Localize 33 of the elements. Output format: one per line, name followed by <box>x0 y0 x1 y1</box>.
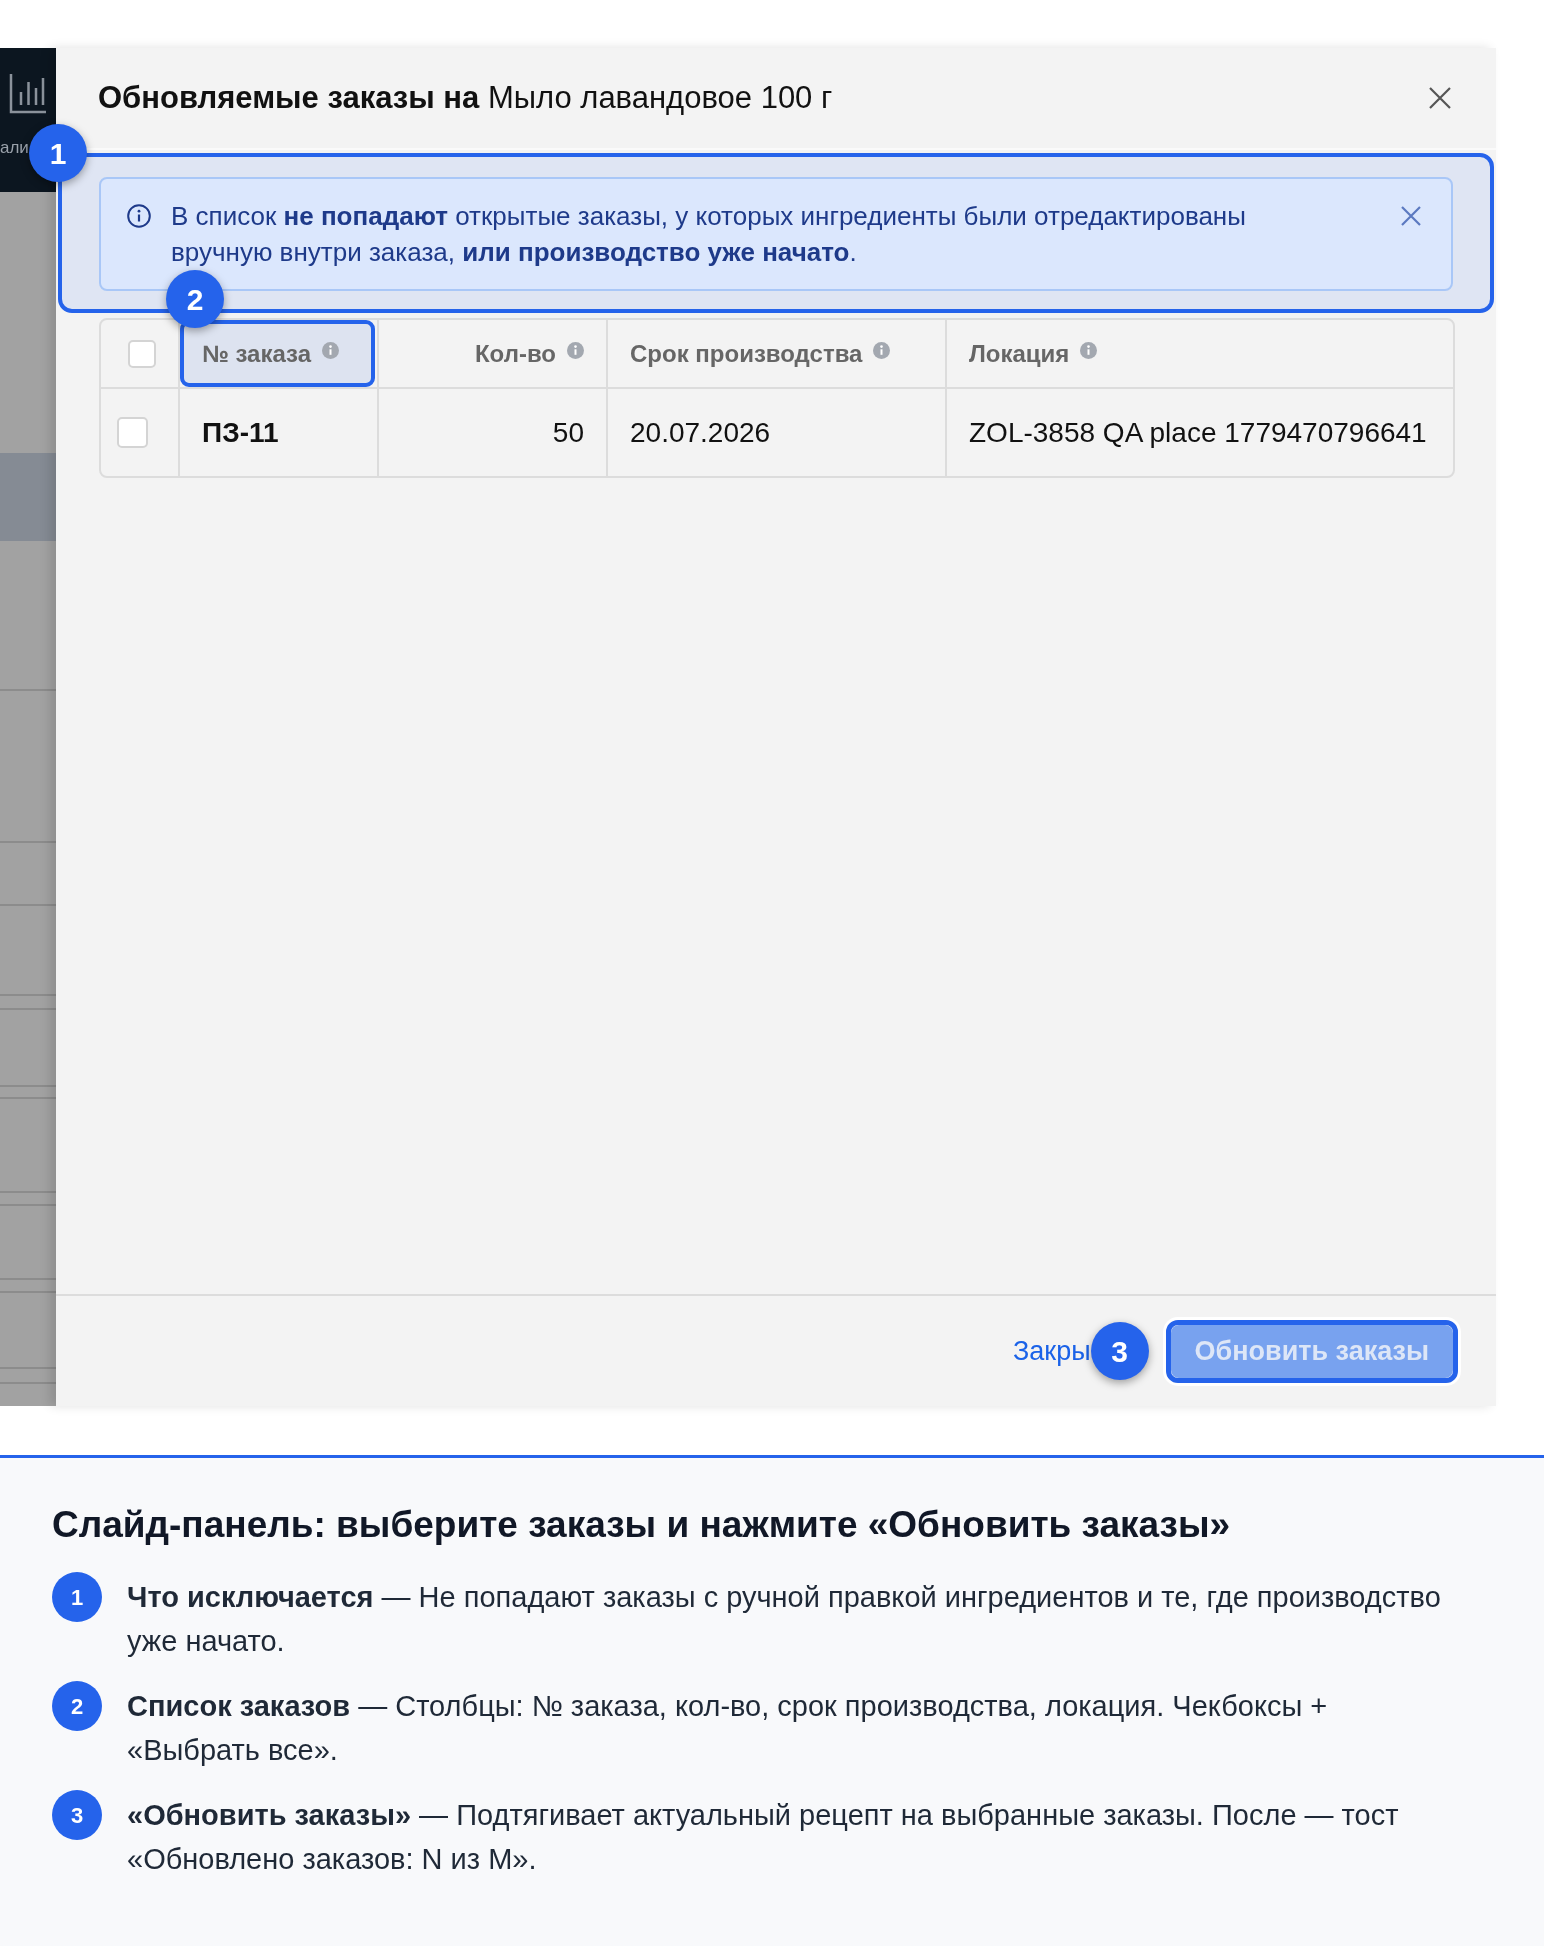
info-icon <box>873 341 891 359</box>
close-icon <box>1401 206 1421 226</box>
number-badge: 1 <box>52 1572 102 1622</box>
legend-text: «Обновить заказы» — Подтягивает актуальный рецепт на выбранные заказы. После — тост «Обновлено заказов: N из M». <box>127 1798 1400 1877</box>
info-icon <box>567 341 584 359</box>
close-button[interactable] <box>1429 87 1451 109</box>
column-header[interactable]: Срок производства <box>630 335 863 372</box>
table-cell-text: 50 <box>552 415 584 450</box>
legend-title: Слайд-панель: выберите заказы и нажмите «Обновить заказы» <box>52 1504 1232 1546</box>
column-header[interactable]: № заказа <box>202 335 311 372</box>
number-badge: 2 <box>52 1681 102 1731</box>
panel-title: Обновляемые заказы на Мыло лавандовое 100 г <box>98 79 833 117</box>
table-cell-text: ZOL-3858 QA place 1779470796641 <box>969 415 1427 450</box>
column-header[interactable]: Локация <box>969 335 1070 372</box>
close-link[interactable]: Закры <box>1013 1330 1091 1372</box>
alert-close-button[interactable] <box>1401 206 1421 226</box>
annotation-badge: 3 <box>1090 1322 1149 1380</box>
bar-chart-icon[interactable] <box>9 72 47 114</box>
legend-text: Список заказов — Столбцы: № заказа, кол-во, срок производства, локация. Чекбоксы + «Выбрать все». <box>127 1689 1329 1768</box>
legend-text: Что исключается — Не попадают заказы с ручной правкой ингредиентов и те, где производство уже начато. <box>127 1580 1442 1659</box>
number-badge: 3 <box>52 1790 102 1840</box>
info-icon <box>1080 341 1098 359</box>
select-all-checkbox[interactable] <box>127 339 156 368</box>
annotation-badge: 1 <box>29 124 87 182</box>
info-icon <box>127 204 151 228</box>
table-cell-text: 20.07.2026 <box>630 415 771 450</box>
table-cell-text: ПЗ-11 <box>202 415 279 450</box>
sidebar-label: али <box>0 138 29 158</box>
info-icon <box>322 341 339 359</box>
column-header[interactable]: Кол-во <box>474 335 556 372</box>
alert-text: В список не попадают открытые заказы, у которых ингредиенты были отредактированы вручную внутри заказа, или производство уже начато. <box>171 200 1247 269</box>
close-icon <box>1429 87 1451 109</box>
row-checkbox[interactable] <box>117 417 148 448</box>
